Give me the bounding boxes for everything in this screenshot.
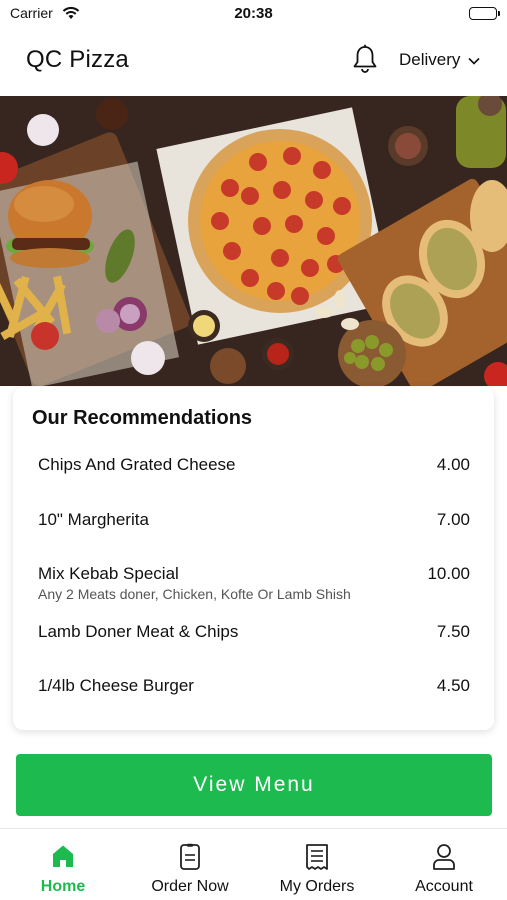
tab-label: Order Now xyxy=(151,878,229,895)
item-name: Chips And Grated Cheese xyxy=(38,455,236,474)
tab-order-now[interactable]: Order Now xyxy=(127,829,253,900)
recommendation-item[interactable]: 10" Margherita 7.00 xyxy=(38,510,470,530)
item-price: 10.00 xyxy=(427,564,470,583)
tab-home[interactable]: Home xyxy=(0,829,126,900)
battery-icon xyxy=(469,7,500,20)
item-name: Lamb Doner Meat & Chips xyxy=(38,622,239,641)
app-header: QC Pizza Delivery xyxy=(0,30,507,92)
item-name: 1/4lb Cheese Burger xyxy=(38,676,194,695)
item-description: Any 2 Meats doner, Chicken, Kofte Or Lam… xyxy=(38,586,351,602)
item-price: 4.00 xyxy=(436,455,470,474)
delivery-selector[interactable]: Delivery xyxy=(399,50,480,70)
recommendation-item[interactable]: Mix Kebab Special Any 2 Meats doner, Chi… xyxy=(38,564,470,602)
item-name: 10" Margherita xyxy=(38,510,149,529)
delivery-label: Delivery xyxy=(399,50,461,69)
item-name: Mix Kebab Special xyxy=(38,564,179,583)
hero-food-image xyxy=(0,96,507,386)
tab-my-orders[interactable]: My Orders xyxy=(254,829,380,900)
user-icon xyxy=(381,843,507,871)
tab-label: Account xyxy=(415,878,473,895)
order-now-icon xyxy=(127,843,253,871)
recommendation-item[interactable]: 1/4lb Cheese Burger 4.50 xyxy=(38,676,470,696)
clock: 20:38 xyxy=(234,5,273,22)
item-price: 7.50 xyxy=(436,622,470,641)
item-price: 7.00 xyxy=(436,510,470,529)
bottom-tab-bar: Home Order Now My Orders Account xyxy=(0,828,507,900)
recommendation-item[interactable]: Lamb Doner Meat & Chips 7.50 xyxy=(38,622,470,642)
chevron-down-icon xyxy=(468,50,480,70)
item-price: 4.50 xyxy=(436,676,470,695)
status-bar: Carrier 20:38 xyxy=(0,0,507,28)
view-menu-button[interactable]: View Menu xyxy=(16,754,492,816)
recommendations-title: Our Recommendations xyxy=(32,407,253,429)
app-title: QC Pizza xyxy=(26,46,129,73)
tab-account[interactable]: Account xyxy=(381,829,507,900)
bell-icon[interactable] xyxy=(351,44,379,79)
tab-label: Home xyxy=(40,878,86,895)
tab-label: My Orders xyxy=(279,878,355,895)
receipt-icon xyxy=(254,843,380,871)
home-icon xyxy=(0,843,126,871)
recommendations-card: Our Recommendations Chips And Grated Che… xyxy=(13,387,494,730)
recommendation-item[interactable]: Chips And Grated Cheese 4.00 xyxy=(38,455,470,475)
